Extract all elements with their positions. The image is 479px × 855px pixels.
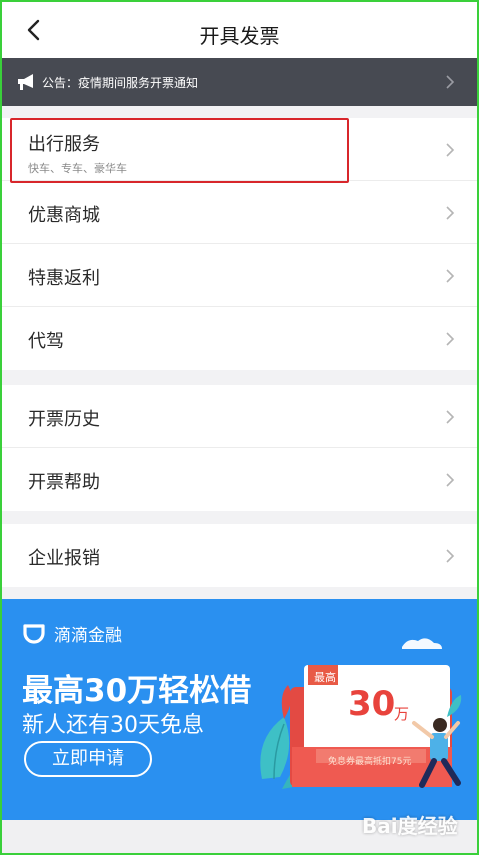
promo-banner[interactable]: 滴滴金融 最高30万轻松借 新人还有30天免息 立即申请 最高 30 万 免息券… <box>2 599 477 820</box>
list-item-label: 特惠返利 <box>28 268 100 289</box>
banner-subline: 新人还有30天免息 <box>22 713 204 738</box>
chevron-right-icon <box>446 206 455 220</box>
list-item-enterprise-reimbursement[interactable]: 企业报销 <box>2 524 477 587</box>
highlight-box <box>10 118 349 183</box>
notice-text: 公告：疫情期间服务开票通知 <box>42 76 199 90</box>
notice-bar[interactable]: 公告：疫情期间服务开票通知 <box>2 58 477 106</box>
chevron-right-icon <box>446 410 455 424</box>
card-note: 免息券最高抵扣75元 <box>328 757 412 767</box>
card-unit: 万 <box>394 705 410 723</box>
megaphone-icon <box>18 74 33 90</box>
card-tag: 最高 <box>314 671 336 684</box>
didi-logo-icon <box>23 624 45 644</box>
card-amount: 30 <box>348 684 396 724</box>
chevron-right-icon <box>446 332 455 346</box>
list-item-label: 优惠商城 <box>28 205 100 226</box>
enterprise-list: 企业报销 <box>2 524 477 587</box>
list-item-designated-driver[interactable]: 代驾 <box>2 307 477 370</box>
list-item-invoice-history[interactable]: 开票历史 <box>2 385 477 448</box>
invoice-history-list: 开票历史 开票帮助 <box>2 385 477 511</box>
list-item-label: 企业报销 <box>28 548 100 569</box>
brand: 滴滴金融 <box>22 621 122 646</box>
chevron-right-icon <box>446 269 455 283</box>
brand-name: 滴滴金融 <box>54 625 122 646</box>
chevron-right-icon <box>446 473 455 487</box>
list-item-label: 开票帮助 <box>28 472 100 493</box>
list-item-discount-mall[interactable]: 优惠商城 <box>2 181 477 244</box>
list-item-special-rebate[interactable]: 特惠返利 <box>2 244 477 307</box>
list-item-label: 代驾 <box>28 331 64 352</box>
chevron-right-icon <box>446 143 455 157</box>
apply-now-button[interactable]: 立即申请 <box>24 741 152 777</box>
list-item-label: 开票历史 <box>28 409 100 430</box>
app-header: 开具发票 <box>2 2 477 58</box>
page-title: 开具发票 <box>199 24 280 48</box>
banner-headline: 最高30万轻松借 <box>22 673 252 709</box>
list-item-invoice-help[interactable]: 开票帮助 <box>2 448 477 511</box>
chevron-right-icon <box>446 75 455 89</box>
chevron-right-icon <box>446 549 455 563</box>
watermark: Bai度经验 <box>362 814 458 838</box>
